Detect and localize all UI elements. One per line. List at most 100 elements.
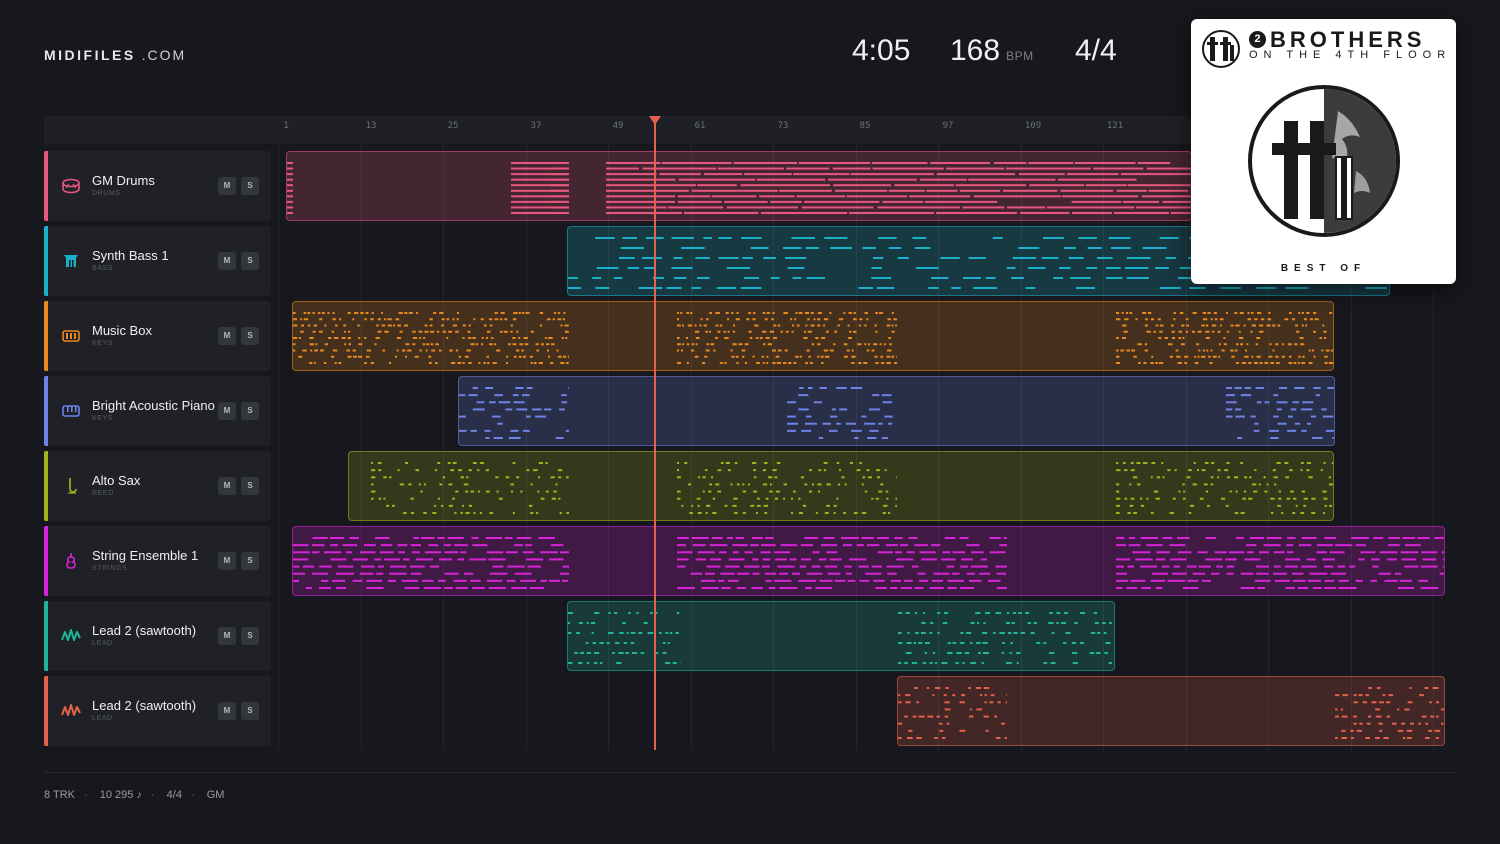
midi-note	[1335, 544, 1353, 547]
midi-note	[489, 512, 494, 514]
midi-note	[715, 337, 718, 339]
midi-note	[1049, 612, 1053, 614]
midi-note	[1005, 662, 1012, 664]
solo-button[interactable]: S	[241, 627, 259, 645]
mute-button[interactable]: M	[218, 477, 236, 495]
midi-note	[1136, 462, 1141, 464]
midi-note	[1206, 349, 1209, 352]
midi-note	[853, 312, 856, 314]
midi-note	[1013, 632, 1018, 634]
track-header[interactable]: Music Box KEYS M S	[44, 301, 271, 371]
midi-note	[694, 355, 699, 358]
midi-note	[780, 330, 783, 333]
midi-note	[625, 652, 629, 654]
midi-note	[434, 504, 437, 507]
midi-note	[1234, 408, 1242, 411]
midi-note	[875, 497, 879, 500]
midi-note	[866, 318, 869, 321]
midi-note	[686, 343, 690, 346]
mute-button[interactable]: M	[218, 702, 236, 720]
midi-note	[1324, 362, 1328, 364]
midi-note	[533, 469, 538, 472]
track-header[interactable]: Alto Sax REED M S	[44, 451, 271, 521]
midi-note	[717, 167, 785, 170]
midi-note	[404, 587, 420, 589]
midi-note	[457, 558, 465, 561]
midi-note	[826, 551, 838, 554]
midi-note	[1176, 537, 1190, 539]
solo-button[interactable]: S	[241, 327, 259, 345]
solo-button[interactable]: S	[241, 252, 259, 270]
midi-note	[529, 587, 544, 589]
midi-note	[525, 312, 530, 314]
midi-note	[677, 318, 680, 321]
solo-button[interactable]: S	[241, 702, 259, 720]
midi-note	[886, 362, 891, 364]
midi-note	[677, 343, 681, 346]
playhead[interactable]	[654, 122, 656, 750]
midi-note	[697, 551, 715, 554]
midi-note	[1235, 537, 1244, 539]
playhead-handle[interactable]	[649, 116, 661, 125]
midi-note	[1116, 579, 1128, 582]
midi-clip[interactable]	[897, 676, 1445, 746]
track-header[interactable]: Lead 2 (sawtooth) LEAD M S	[44, 601, 271, 671]
midi-clip[interactable]	[458, 376, 1335, 446]
track-header[interactable]: String Ensemble 1 STRINGS M S	[44, 526, 271, 596]
midi-note	[881, 394, 892, 397]
midi-note	[973, 195, 1061, 198]
midi-note	[735, 318, 740, 321]
midi-note	[769, 483, 772, 486]
midi-note	[1151, 462, 1156, 464]
solo-button[interactable]: S	[241, 402, 259, 420]
midi-note	[287, 200, 293, 203]
midi-note	[1156, 476, 1161, 479]
midi-note	[606, 162, 661, 164]
midi-clip[interactable]	[348, 451, 1334, 521]
solo-button[interactable]: S	[241, 177, 259, 195]
midi-note	[1147, 312, 1152, 314]
midi-clip[interactable]	[286, 151, 1192, 221]
midi-note	[1391, 722, 1397, 725]
midi-note	[1007, 632, 1012, 634]
midi-note	[1005, 701, 1007, 704]
midi-note	[1300, 469, 1303, 472]
midi-note	[441, 324, 444, 327]
midi-note	[514, 572, 532, 575]
track-header[interactable]: GM Drums DRUMS M S	[44, 151, 271, 221]
midi-note	[1225, 504, 1229, 507]
track-header[interactable]: Lead 2 (sawtooth) LEAD M S	[44, 676, 271, 746]
solo-button[interactable]: S	[241, 477, 259, 495]
midi-note	[1384, 579, 1398, 582]
midi-note	[850, 173, 934, 176]
midi-clip[interactable]	[292, 301, 1334, 371]
midi-note	[1209, 362, 1213, 364]
mute-button[interactable]: M	[218, 402, 236, 420]
midi-note	[1068, 257, 1084, 259]
mute-button[interactable]: M	[218, 327, 236, 345]
solo-button[interactable]: S	[241, 552, 259, 570]
midi-clip[interactable]	[567, 601, 1115, 671]
midi-note	[787, 267, 805, 269]
midi-note	[760, 212, 848, 214]
midi-note	[619, 632, 624, 634]
midi-note	[1353, 715, 1357, 718]
midi-note	[1270, 512, 1274, 514]
track-header[interactable]: Bright Acoustic Piano KEYS M S	[44, 376, 271, 446]
midi-note	[1187, 579, 1199, 582]
midi-note	[1421, 551, 1438, 554]
midi-note	[1159, 324, 1164, 327]
midi-note	[858, 362, 862, 364]
midi-note	[1078, 237, 1097, 239]
midi-note	[457, 362, 462, 364]
mute-button[interactable]: M	[218, 627, 236, 645]
mute-button[interactable]: M	[218, 177, 236, 195]
midi-note	[557, 355, 562, 358]
midi-note	[896, 558, 914, 561]
midi-clip[interactable]	[292, 526, 1445, 596]
mute-button[interactable]: M	[218, 252, 236, 270]
mute-button[interactable]: M	[218, 552, 236, 570]
track-header[interactable]: Synth Bass 1 BASS M S	[44, 226, 271, 296]
midi-note	[513, 312, 518, 314]
midi-note	[537, 490, 540, 493]
